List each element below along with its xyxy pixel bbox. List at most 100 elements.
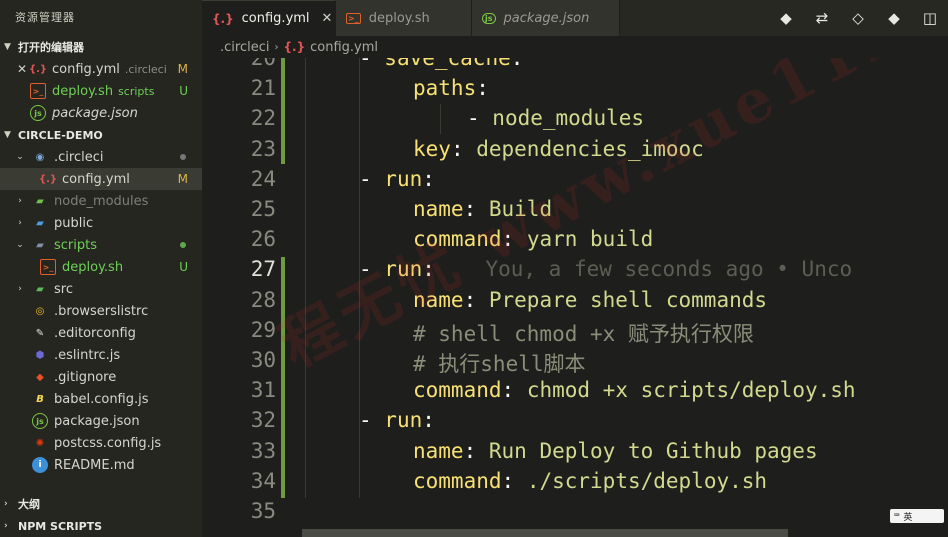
breadcrumb: .circleci › {.} config.yml: [202, 36, 948, 58]
open-editors-header[interactable]: ▼ 打开的编辑器: [0, 36, 202, 58]
code-line: name: Prepare shell commands: [413, 288, 767, 312]
code-line: key: dependencies_imooc: [413, 137, 704, 161]
code-line: paths:: [413, 76, 489, 100]
line-number: 31: [250, 378, 276, 403]
json-icon: js: [30, 105, 46, 121]
shell-icon: >_: [40, 259, 56, 275]
yaml-comment: # 执行shell脚本: [413, 352, 586, 376]
close-icon[interactable]: ✕: [322, 11, 333, 26]
scripts-folder-icon: ▰: [36, 239, 44, 251]
yaml-punct: :: [501, 227, 527, 252]
tree-file-browserslistrc[interactable]: ◎ .browserslistrc: [0, 300, 202, 322]
tab-deploy-sh[interactable]: >_ deploy.sh: [336, 0, 472, 36]
tree-file-package-json[interactable]: js package.json: [0, 410, 202, 432]
tree-folder-circleci[interactable]: ⌄ ◉ .circleci: [0, 146, 202, 168]
public-folder-icon: ▰: [36, 217, 44, 229]
line-number: 21: [250, 76, 276, 101]
ime-indicator: ⌨ 英: [890, 509, 944, 523]
shell-icon: >_: [30, 83, 46, 99]
line-number: 35: [250, 499, 276, 523]
line-number: 23: [250, 136, 276, 161]
yaml-punct: :: [501, 468, 527, 493]
yaml-key: name: [413, 197, 464, 221]
yaml-punct: :: [463, 438, 489, 463]
tree-file-editorconfig[interactable]: ✎ .editorconfig: [0, 322, 202, 344]
tree-file-deploy-sh[interactable]: >_ deploy.sh U: [0, 256, 202, 278]
chevron-down-icon: ▼: [4, 130, 11, 140]
yaml-punct: -: [359, 257, 385, 282]
open-editor-deploy-sh[interactable]: >_ deploy.sh scripts U: [0, 80, 202, 102]
line-number: 32: [250, 408, 276, 433]
open-changes-icon[interactable]: ◇: [840, 0, 876, 36]
yaml-punct: :: [501, 378, 527, 403]
git-lens-icon[interactable]: ◆: [876, 0, 912, 36]
tree-folder-node-modules[interactable]: › ▰ node_modules: [0, 190, 202, 212]
tree-folder-scripts[interactable]: ⌄ ▰ scripts: [0, 234, 202, 256]
yaml-punct: :: [510, 58, 524, 70]
tree-file-config-yml[interactable]: {.} config.yml M: [0, 168, 202, 190]
yaml-icon: {.}: [283, 40, 306, 54]
compare-changes-icon[interactable]: ⇄: [804, 0, 840, 36]
yaml-value: node_modules: [492, 106, 645, 131]
yaml-punct: :: [422, 257, 435, 282]
yaml-punct: -: [467, 106, 493, 131]
breadcrumb-folder[interactable]: .circleci: [220, 40, 269, 55]
yaml-key: command: [413, 378, 502, 403]
yaml-key: command: [413, 227, 502, 252]
info-icon: i: [32, 457, 48, 473]
line-number: 30: [250, 348, 276, 372]
shell-icon: >_: [346, 12, 361, 24]
yaml-key: run: [384, 257, 423, 282]
keyboard-icon: ⌨: [894, 511, 900, 521]
split-editor-icon[interactable]: ◫: [912, 0, 948, 36]
yaml-value: Build: [488, 197, 553, 221]
git-modified-bar: [281, 58, 285, 164]
code-line: command: ./scripts/deploy.sh: [413, 469, 767, 493]
code-line: - run:: [359, 408, 435, 432]
tree-file-gitignore[interactable]: ◆ .gitignore: [0, 366, 202, 388]
open-editor-config-yml[interactable]: ✕ {.} config.yml .circleci M: [0, 58, 202, 80]
code-line: # 执行shell脚本: [413, 348, 586, 378]
horizontal-scrollbar[interactable]: [302, 529, 788, 537]
line-number: 29: [250, 317, 276, 342]
line-number: 22: [250, 106, 276, 131]
tree-file-eslintrc[interactable]: ⬢ .eslintrc.js: [0, 344, 202, 366]
tab-config-yml[interactable]: {.} config.yml ✕: [202, 0, 336, 36]
line-number: 27: [250, 257, 276, 282]
yaml-key: run: [384, 166, 423, 191]
git-commit-icon[interactable]: ◆: [768, 0, 804, 36]
postcss-icon: ✺: [35, 437, 45, 449]
code-line: - save_cache:: [359, 58, 523, 70]
outline-header[interactable]: › 大纲: [0, 493, 202, 515]
tree-folder-src[interactable]: › ▰ src: [0, 278, 202, 300]
editorconfig-icon: ✎: [35, 327, 45, 339]
close-icon[interactable]: ✕: [14, 62, 30, 76]
yaml-punct: :: [463, 197, 489, 221]
babel-icon: B: [36, 393, 44, 405]
line-number: 24: [250, 166, 276, 191]
yaml-punct: :: [422, 408, 435, 433]
yaml-punct: :: [476, 76, 489, 101]
editor-actions: ◆ ⇄ ◇ ◆ ◫: [768, 0, 948, 36]
json-icon: js: [482, 12, 496, 24]
yaml-key: name: [413, 287, 464, 312]
open-editor-package-json[interactable]: js package.json: [0, 102, 202, 124]
yaml-value: chmod +x scripts/deploy.sh: [526, 378, 856, 403]
breadcrumb-file[interactable]: config.yml: [310, 40, 378, 55]
code-editor[interactable]: 20 21 22 23 24 25 26 27 28 29 30 31 32 33 34 35 - save_…: [202, 58, 948, 537]
yaml-value: dependencies_imooc: [476, 136, 704, 161]
tree-file-postcss-config[interactable]: ✺ postcss.config.js: [0, 432, 202, 454]
npm-scripts-header[interactable]: › NPM SCRIPTS: [0, 515, 202, 537]
code-line: - run:: [359, 167, 435, 191]
yaml-key: name: [413, 438, 464, 463]
tab-package-json[interactable]: js package.json: [472, 0, 620, 36]
chevron-right-icon: ›: [18, 218, 22, 228]
circleci-folder-icon: ◉: [35, 151, 45, 163]
tree-file-readme[interactable]: i README.md: [0, 454, 202, 476]
tree-file-babel-config[interactable]: B babel.config.js: [0, 388, 202, 410]
code-line: - run: You, a few seconds ago • Unco: [359, 257, 852, 281]
status-dot: [180, 154, 186, 160]
yaml-value: Prepare shell commands: [488, 287, 768, 312]
tree-folder-public[interactable]: › ▰ public: [0, 212, 202, 234]
project-header[interactable]: ▼ CIRCLE-DEMO: [0, 124, 202, 146]
